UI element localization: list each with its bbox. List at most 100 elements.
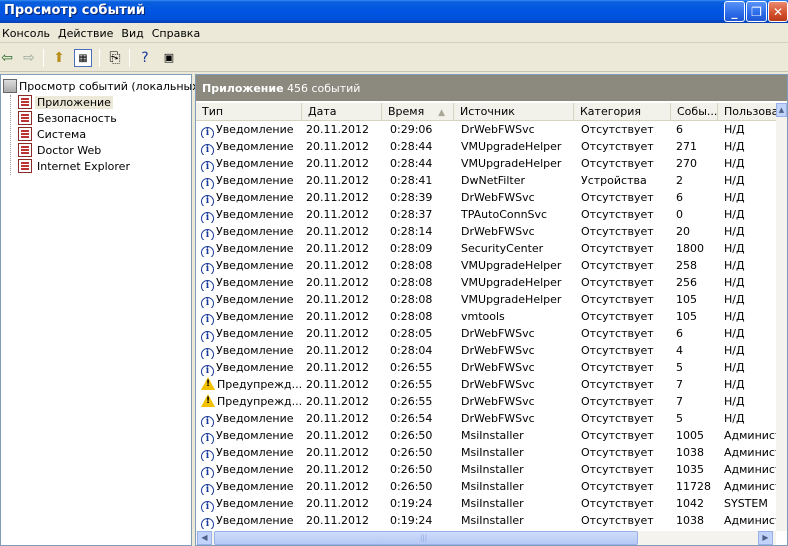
cell-type: i Уведомление [201,274,301,291]
minimize-button[interactable]: _ [724,1,745,22]
type-label: Уведомление [216,242,294,255]
scroll-left-icon[interactable]: ◀ [197,531,212,545]
info-icon: i [201,348,214,359]
menu-console[interactable]: Консоль [0,23,56,42]
info-icon: i [201,484,214,495]
table-row[interactable]: i Уведомление 20.11.2012 0:26:50 MsiInstalle… [196,427,776,444]
table-row[interactable]: i Уведомление 20.11.2012 0:26:54 DrWebFWSvc О… [196,410,776,427]
table-row[interactable]: i Уведомление 20.11.2012 0:28:39 DrWebFWSvc О… [196,189,776,206]
table-row[interactable]: i Уведомление 20.11.2012 0:19:24 MsiInstalle… [196,512,776,529]
cell-event: 1035 [676,463,704,476]
cell-category: Отсутствует [581,412,654,425]
table-row[interactable]: i Уведомление 20.11.2012 0:26:50 MsiInstalle… [196,444,776,461]
column-source[interactable]: Источник [454,103,574,121]
tree-item-system[interactable]: Система [18,127,88,143]
column-user[interactable]: Пользова... [718,103,776,121]
cell-type: i Уведомление [201,206,301,223]
cell-date: 20.11.2012 [306,395,369,408]
column-date[interactable]: Дата [302,103,382,121]
table-row[interactable]: i Уведомление 20.11.2012 0:28:08 VMUpgradeHe… [196,291,776,308]
horizontal-scrollbar[interactable]: ◀ ▶ [196,531,776,545]
tree-item-internet-explorer[interactable]: Internet Explorer [18,159,132,175]
scroll-up-icon[interactable]: ▲ [776,103,787,117]
menu-action[interactable]: Действие [56,23,119,42]
cell-type: i Уведомление [201,155,301,172]
maximize-icon: ❐ [751,4,762,19]
type-label: Уведомление [216,174,294,187]
table-row[interactable]: i Уведомление 20.11.2012 0:28:08 VMUpgradeHe… [196,257,776,274]
cell-event: 105 [676,293,697,306]
close-button[interactable]: ✕ [768,1,788,22]
cell-source: SecurityCenter [461,242,544,255]
cell-user: Админист [724,463,776,476]
info-icon: i [201,246,214,257]
maximize-button[interactable]: ❐ [746,1,767,22]
table-row[interactable]: i Уведомление 20.11.2012 0:26:55 DrWebFWSvc О… [196,359,776,376]
table-row[interactable]: i Уведомление 20.11.2012 0:19:24 MsiInstalle… [196,495,776,512]
tree-root[interactable]: Просмотр событий (локальных) [3,79,203,95]
cell-category: Отсутствует [581,327,654,340]
help-icon[interactable]: ? [136,49,154,67]
scroll-thumb[interactable] [214,531,638,545]
tree-item-doctor-web[interactable]: Doctor Web [18,143,103,159]
cell-date: 20.11.2012 [306,446,369,459]
table-row[interactable]: Предупрежд... 20.11.2012 0:26:55 DrWebFWSvc… [196,376,776,393]
table-row[interactable]: i Уведомление 20.11.2012 0:28:44 VMUpgradeHe… [196,155,776,172]
console-tree: Просмотр событий (локальных) Приложение … [0,74,203,546]
cell-category: Отсутствует [581,429,654,442]
close-icon: ✕ [772,4,784,19]
table-row[interactable]: i Уведомление 20.11.2012 0:28:09 SecurityCen… [196,240,776,257]
column-label: Собы... [677,105,718,118]
table-row[interactable]: i Уведомление 20.11.2012 0:28:14 DrWebFWSvc О… [196,223,776,240]
show-tree-icon[interactable]: ▦ [74,49,92,67]
table-row[interactable]: i Уведомление 20.11.2012 0:28:08 VMUpgradeHe… [196,274,776,291]
column-label: Тип [202,105,224,118]
table-row[interactable]: i Уведомление 20.11.2012 0:28:41 DwNetFilter… [196,172,776,189]
table-row[interactable]: i Уведомление 20.11.2012 0:28:04 DrWebFWSvc О… [196,342,776,359]
table-row[interactable]: i Уведомление 20.11.2012 0:28:44 VMUpgradeHe… [196,138,776,155]
column-event[interactable]: Собы... [671,103,718,121]
back-arrow-icon[interactable]: ⇦ [0,49,16,67]
table-row[interactable]: i Уведомление 20.11.2012 0:26:50 MsiInstalle… [196,478,776,495]
cell-type: i Уведомление [201,121,301,138]
cell-time: 0:29:06 [390,123,433,136]
cell-category: Отсутствует [581,208,654,221]
info-icon: i [201,331,214,342]
cell-time: 0:28:14 [390,225,433,238]
tree-item-application[interactable]: Приложение [18,95,113,111]
info-icon: i [201,178,214,189]
forward-arrow-icon[interactable]: ⇨ [20,49,38,67]
table-row[interactable]: i Уведомление 20.11.2012 0:28:08 vmtools Отсу… [196,308,776,325]
vertical-scrollbar[interactable]: ▲ [776,103,787,531]
properties-icon[interactable]: ▣ [160,49,178,67]
scroll-right-icon[interactable]: ▶ [758,531,773,545]
cell-type: i Уведомление [201,138,301,155]
column-type[interactable]: Тип [196,103,302,121]
cell-date: 20.11.2012 [306,480,369,493]
table-row[interactable]: i Уведомление 20.11.2012 0:28:05 DrWebFWSvc О… [196,325,776,342]
menu-help[interactable]: Справка [150,23,206,42]
info-icon: i [201,450,214,461]
up-folder-icon[interactable]: ⬆ [50,49,68,67]
table-row[interactable]: i Уведомление 20.11.2012 0:28:37 TPAutoConnS… [196,206,776,223]
cell-user: Админист [724,429,776,442]
toolbar-separator [99,49,100,67]
type-label: Уведомление [216,310,294,323]
menu-view[interactable]: Вид [119,23,149,42]
log-icon [18,95,32,109]
cell-type: i Уведомление [201,444,301,461]
cell-source: MsiInstaller [461,463,524,476]
tree-item-security[interactable]: Безопасность [18,111,119,127]
cell-user: Н/Д [724,225,745,238]
cell-event: 0 [676,208,683,221]
export-list-icon[interactable]: ⎘ [106,49,124,67]
column-time[interactable]: Время ▲ [382,103,454,121]
table-row[interactable]: Предупрежд... 20.11.2012 0:26:55 DrWebFWSvc… [196,393,776,410]
table-row[interactable]: i Уведомление 20.11.2012 0:26:50 MsiInstalle… [196,461,776,478]
type-label: Предупрежд... [217,378,301,391]
cell-time: 0:28:09 [390,242,433,255]
column-category[interactable]: Категория [574,103,671,121]
table-row[interactable]: i Уведомление 20.11.2012 0:29:06 DrWebFWSvc О… [196,121,776,138]
log-icon [18,159,32,173]
cell-source: MsiInstaller [461,480,524,493]
